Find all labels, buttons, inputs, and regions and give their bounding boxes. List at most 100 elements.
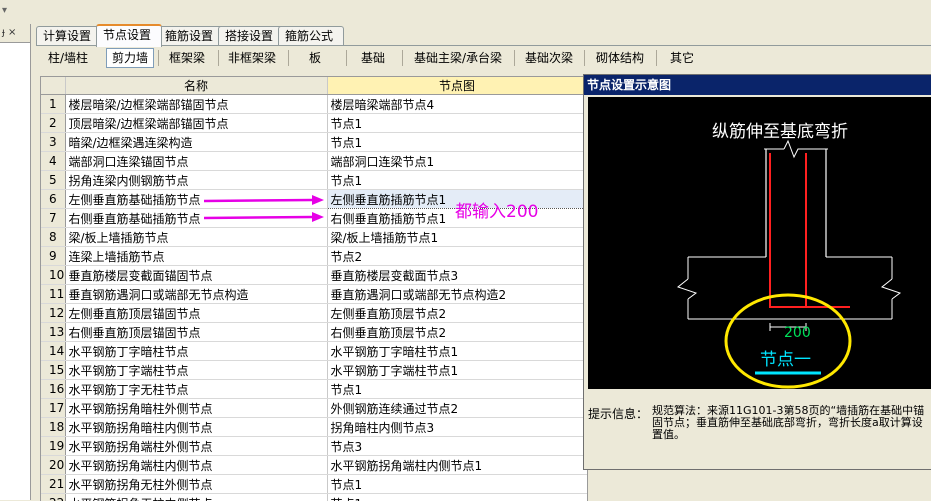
row-number[interactable]: 17 <box>41 399 65 418</box>
row-node-cell[interactable]: 水平钢筋拐角端柱内侧节点1 <box>327 456 587 475</box>
row-node-cell[interactable]: 节点1 <box>327 133 587 152</box>
row-node-cell[interactable]: 右侧垂直筋顶层节点2 <box>327 323 587 342</box>
row-number[interactable]: 21 <box>41 475 65 494</box>
row-node-cell[interactable]: 节点1 <box>327 114 587 133</box>
row-number[interactable]: 9 <box>41 247 65 266</box>
row-name-cell: 垂直钢筋遇洞口或端部无节点构造 <box>65 285 327 304</box>
table-row[interactable]: 11垂直钢筋遇洞口或端部无节点构造垂直筋遇洞口或端部无节点构造2 <box>41 285 587 304</box>
table-row[interactable]: 2顶层暗梁/边框梁端部锚固节点节点1 <box>41 114 587 133</box>
subtab-separator <box>218 50 219 66</box>
table-row[interactable]: 19水平钢筋拐角端柱外侧节点节点3 <box>41 437 587 456</box>
table-row[interactable]: 12左侧垂直筋顶层锚固节点左侧垂直筋顶层节点2 <box>41 304 587 323</box>
table-row[interactable]: 21水平钢筋拐角无柱外侧节点节点1 <box>41 475 587 494</box>
tab-node-settings[interactable]: 节点设置 <box>96 24 162 47</box>
row-number[interactable]: 5 <box>41 171 65 190</box>
row-number[interactable]: 2 <box>41 114 65 133</box>
tab-stirrup-formula[interactable]: 箍筋公式 <box>278 26 344 45</box>
row-number[interactable]: 18 <box>41 418 65 437</box>
table-row[interactable]: 4端部洞口连梁锚固节点端部洞口连梁节点1 <box>41 152 587 171</box>
row-number[interactable]: 11 <box>41 285 65 304</box>
left-dock-controls[interactable]: ɟ × <box>2 24 16 42</box>
subtab-foundation-secondary-beam[interactable]: 基础次梁 <box>520 48 578 68</box>
row-name-cell: 连梁上墙插筋节点 <box>65 247 327 266</box>
row-number[interactable]: 1 <box>41 95 65 114</box>
row-number[interactable]: 13 <box>41 323 65 342</box>
tab-calc-settings[interactable]: 计算设置 <box>36 26 102 45</box>
table-row[interactable]: 17水平钢筋拐角暗柱外侧节点外侧钢筋连续通过节点2 <box>41 399 587 418</box>
column-header-name[interactable]: 名称 <box>65 77 327 95</box>
table-row[interactable]: 3暗梁/边框梁遇连梁构造节点1 <box>41 133 587 152</box>
tab-lap-settings[interactable]: 搭接设置 <box>218 26 284 45</box>
row-node-cell[interactable]: 节点1 <box>327 475 587 494</box>
row-number[interactable]: 10 <box>41 266 65 285</box>
row-node-cell[interactable]: 梁/板上墙插筋节点1 <box>327 228 587 247</box>
diagram-dimension: 200 <box>784 325 811 341</box>
row-name-cell: 拐角连梁内侧钢筋节点 <box>65 171 327 190</box>
arrow-icon <box>204 212 324 222</box>
grid-corner-header <box>41 77 65 95</box>
row-node-cell[interactable]: 垂直筋楼层变截面节点3 <box>327 266 587 285</box>
subtab-frame-beam[interactable]: 框架梁 <box>164 48 210 68</box>
row-node-cell[interactable]: 拐角暗柱内侧节点3 <box>327 418 587 437</box>
subtab-other[interactable]: 其它 <box>662 48 702 68</box>
subtab-slab[interactable]: 板 <box>300 48 330 68</box>
subtab-separator <box>402 50 403 66</box>
row-name-cell: 水平钢筋丁字无柱节点 <box>65 380 327 399</box>
row-number[interactable]: 19 <box>41 437 65 456</box>
row-name-cell: 楼层暗梁/边框梁端部锚固节点 <box>65 95 327 114</box>
subtab-nonframe-beam[interactable]: 非框架梁 <box>224 48 280 68</box>
table-row[interactable]: 16水平钢筋丁字无柱节点节点1 <box>41 380 587 399</box>
row-number[interactable]: 4 <box>41 152 65 171</box>
row-name-cell: 端部洞口连梁锚固节点 <box>65 152 327 171</box>
table-row[interactable]: 5拐角连梁内侧钢筋节点节点1 <box>41 171 587 190</box>
column-header-node[interactable]: 节点图 <box>327 77 587 95</box>
node-diagram-window: 节点设置示意图 <box>583 74 931 470</box>
row-number[interactable]: 7 <box>41 209 65 228</box>
row-node-cell[interactable]: 外侧钢筋连续通过节点2 <box>327 399 587 418</box>
row-node-cell[interactable]: 节点1 <box>327 171 587 190</box>
subtab-separator <box>346 50 347 66</box>
row-number[interactable]: 12 <box>41 304 65 323</box>
row-number[interactable]: 3 <box>41 133 65 152</box>
row-name-cell: 水平钢筋丁字暗柱节点 <box>65 342 327 361</box>
row-node-cell[interactable]: 水平钢筋丁字暗柱节点1 <box>327 342 587 361</box>
row-node-cell[interactable]: 节点2 <box>327 247 587 266</box>
subtab-shear-wall[interactable]: 剪力墙 <box>106 48 154 68</box>
row-name-cell: 水平钢筋丁字端柱节点 <box>65 361 327 380</box>
subtab-separator <box>514 50 515 66</box>
table-row[interactable]: 13右侧垂直筋顶层锚固节点右侧垂直筋顶层节点2 <box>41 323 587 342</box>
row-name-cell: 水平钢筋拐角暗柱外侧节点 <box>65 399 327 418</box>
grid-header-row: 名称 节点图 <box>41 77 587 95</box>
table-row[interactable]: 15水平钢筋丁字端柱节点水平钢筋丁字端柱节点1 <box>41 361 587 380</box>
subtab-foundation-main-beam[interactable]: 基础主梁/承台梁 <box>410 48 506 68</box>
row-node-cell[interactable]: 楼层暗梁端部节点4 <box>327 95 587 114</box>
row-name-cell: 水平钢筋拐角暗柱内侧节点 <box>65 418 327 437</box>
row-number[interactable]: 14 <box>41 342 65 361</box>
row-node-cell[interactable]: 垂直筋遇洞口或端部无节点构造2 <box>327 285 587 304</box>
row-name-cell: 右侧垂直筋顶层锚固节点 <box>65 323 327 342</box>
row-node-cell[interactable]: 左侧垂直筋顶层节点2 <box>327 304 587 323</box>
row-node-cell[interactable]: 节点1 <box>327 380 587 399</box>
table-row[interactable]: 18水平钢筋拐角暗柱内侧节点拐角暗柱内侧节点3 <box>41 418 587 437</box>
subtab-foundation[interactable]: 基础 <box>354 48 392 68</box>
tab-stirrup-settings[interactable]: 箍筋设置 <box>158 26 224 45</box>
row-node-cell[interactable]: 端部洞口连梁节点1 <box>327 152 587 171</box>
row-node-cell[interactable]: 节点3 <box>327 437 587 456</box>
row-number[interactable]: 6 <box>41 190 65 209</box>
subtab-column[interactable]: 柱/墙柱 <box>44 48 92 68</box>
table-row[interactable]: 10垂直筋楼层变截面锚固节点垂直筋楼层变截面节点3 <box>41 266 587 285</box>
table-row[interactable]: 1楼层暗梁/边框梁端部锚固节点楼层暗梁端部节点4 <box>41 95 587 114</box>
row-number[interactable]: 16 <box>41 380 65 399</box>
row-node-cell[interactable]: 水平钢筋丁字端柱节点1 <box>327 361 587 380</box>
row-number[interactable]: 15 <box>41 361 65 380</box>
row-number[interactable]: 20 <box>41 456 65 475</box>
table-row[interactable]: 14水平钢筋丁字暗柱节点水平钢筋丁字暗柱节点1 <box>41 342 587 361</box>
table-row[interactable]: 9连梁上墙插筋节点节点2 <box>41 247 587 266</box>
node-settings-grid: 名称 节点图 1楼层暗梁/边框梁端部锚固节点楼层暗梁端部节点42顶层暗梁/边框梁… <box>40 76 588 501</box>
table-row[interactable]: 8梁/板上墙插筋节点梁/板上墙插筋节点1 <box>41 228 587 247</box>
subtab-separator <box>584 50 585 66</box>
row-number[interactable]: 8 <box>41 228 65 247</box>
subtab-masonry[interactable]: 砌体结构 <box>590 48 650 68</box>
left-dock-panel: ɟ × <box>0 24 31 500</box>
table-row[interactable]: 20水平钢筋拐角端柱内侧节点水平钢筋拐角端柱内侧节点1 <box>41 456 587 475</box>
